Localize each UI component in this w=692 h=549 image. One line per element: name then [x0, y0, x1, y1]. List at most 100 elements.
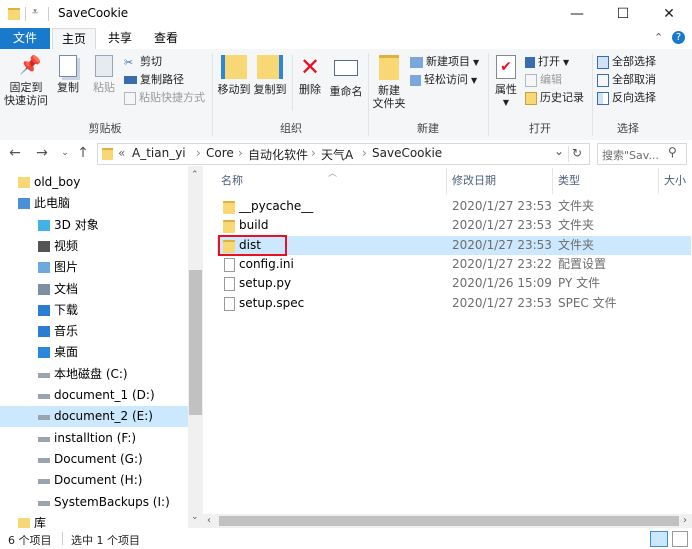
- nav-item[interactable]: installtion (F:): [0, 428, 188, 449]
- qat-dropdown-icon[interactable]: ⩡: [32, 5, 38, 19]
- column-header-name[interactable]: 名称: [221, 172, 243, 188]
- nav-item[interactable]: 本地磁盘 (C:): [0, 364, 188, 385]
- search-input[interactable]: 搜索"Sav... ⚲: [597, 143, 687, 165]
- scroll-down-arrow-icon[interactable]: ⌄: [191, 512, 199, 522]
- scroll-left-arrow-icon[interactable]: ‹: [207, 514, 211, 528]
- large-icons-view-icon[interactable]: [672, 531, 688, 547]
- nav-item[interactable]: Document (H:): [0, 470, 188, 491]
- nav-scrollbar-thumb[interactable]: [189, 270, 202, 415]
- cut-button[interactable]: ✂ 剪切: [124, 53, 162, 71]
- horizontal-scrollbar[interactable]: ‹ ›: [203, 514, 692, 528]
- file-row[interactable]: build 2020/1/27 23:53 文件夹: [217, 216, 691, 235]
- column-header-date[interactable]: 修改日期: [452, 172, 496, 188]
- up-arrow-icon[interactable]: ↑: [74, 143, 92, 163]
- nav-item[interactable]: old_boy: [0, 172, 188, 193]
- file-name: build: [239, 218, 269, 233]
- column-divider[interactable]: [658, 168, 659, 194]
- easy-access-button[interactable]: 轻松访问 ▼: [410, 71, 477, 89]
- select-none-button[interactable]: 全部取消: [597, 71, 656, 89]
- drive-icon: [38, 372, 50, 378]
- tab-share[interactable]: 共享: [99, 28, 141, 49]
- breadcrumb-overflow[interactable]: «: [118, 146, 125, 160]
- scroll-right-arrow-icon[interactable]: ›: [683, 514, 687, 528]
- nav-item[interactable]: Document (G:): [0, 449, 188, 470]
- forward-arrow-icon[interactable]: →: [33, 143, 51, 163]
- column-divider[interactable]: [552, 168, 553, 194]
- nav-item[interactable]: 此电脑: [0, 193, 188, 214]
- search-icon[interactable]: ⚲: [668, 145, 677, 159]
- new-item-button[interactable]: 新建项目 ▼: [410, 53, 479, 71]
- file-row[interactable]: dist 2020/1/27 23:53 文件夹: [217, 234, 691, 256]
- open-button[interactable]: 打开 ▼: [525, 53, 569, 71]
- invert-selection-button[interactable]: 反向选择: [597, 89, 656, 107]
- nav-item[interactable]: document_1 (D:): [0, 385, 188, 406]
- organize-group-label: 组织: [280, 122, 302, 135]
- nav-item[interactable]: 音乐: [0, 321, 188, 342]
- breadcrumb-weather-a[interactable]: 天气A: [321, 146, 353, 163]
- tab-home[interactable]: 主页: [52, 28, 97, 50]
- ribbon-collapse-icon[interactable]: ⌃: [654, 31, 663, 44]
- nav-item[interactable]: 下载: [0, 300, 188, 321]
- history-button[interactable]: 历史记录: [525, 89, 584, 107]
- column-header-type[interactable]: 类型: [558, 172, 580, 188]
- file-type: 文件夹: [558, 218, 595, 233]
- edit-button[interactable]: 编辑: [525, 71, 562, 89]
- address-dropdown-icon[interactable]: ⌄: [554, 144, 564, 158]
- details-view-icon[interactable]: [650, 531, 668, 547]
- properties-button[interactable]: ✔ 属性 ▼: [492, 55, 520, 109]
- select-all-button[interactable]: 全部选择: [597, 53, 656, 71]
- nav-scrollbar[interactable]: ⌃ ⌄: [188, 166, 203, 528]
- file-date: 2020/1/27 23:53: [452, 237, 552, 252]
- rename-button[interactable]: 重命名: [328, 55, 364, 98]
- file-list-pane: ︿ 名称 修改日期 类型 大小 __pycache__ 2020/1/27 23:…: [203, 166, 692, 528]
- nav-item-label: 文档: [54, 281, 79, 296]
- nav-item-label: SystemBackups (I:): [54, 494, 170, 509]
- column-divider[interactable]: [446, 168, 447, 194]
- group-divider: [292, 55, 293, 111]
- delete-button[interactable]: ✕ 删除: [296, 55, 324, 96]
- paste-shortcut-button[interactable]: 粘贴快捷方式: [124, 89, 205, 107]
- breadcrumb-a-tian-yi[interactable]: A_tian_yi: [132, 146, 186, 160]
- minimize-button[interactable]: —: [554, 0, 600, 28]
- file-row[interactable]: __pycache__ 2020/1/27 23:53 文件夹: [217, 197, 691, 216]
- nav-item[interactable]: 图片: [0, 257, 188, 278]
- file-row[interactable]: setup.py 2020/1/26 15:09 PY 文件: [217, 274, 691, 293]
- tab-file[interactable]: 文件: [0, 28, 50, 49]
- help-icon[interactable]: ?: [672, 31, 685, 44]
- nav-item[interactable]: 桌面: [0, 342, 188, 363]
- address-bar[interactable]: « A_tian_yi › Core › 自动化软件 › 天气A › SaveC…: [97, 143, 590, 165]
- chevron-down-icon: ▼: [471, 76, 478, 85]
- nav-item-label: 图片: [54, 260, 79, 275]
- copy-to-button[interactable]: 复制到: [252, 55, 288, 96]
- scroll-up-arrow-icon[interactable]: ⌃: [191, 170, 199, 180]
- file-row[interactable]: config.ini 2020/1/27 23:22 配置设置: [217, 255, 691, 274]
- breadcrumb-automation-software[interactable]: 自动化软件: [248, 146, 308, 163]
- maximize-button[interactable]: ☐: [600, 0, 646, 28]
- close-button[interactable]: ✕: [646, 0, 692, 28]
- copy-path-button[interactable]: 复制路径: [124, 71, 184, 89]
- refresh-icon[interactable]: ↻: [572, 146, 582, 160]
- new-group-label: 新建: [417, 122, 439, 135]
- horizontal-scrollbar-thumb[interactable]: [219, 516, 679, 526]
- back-arrow-icon[interactable]: ←: [6, 143, 24, 163]
- nav-item[interactable]: 文档: [0, 279, 188, 300]
- new-folder-button[interactable]: 新建 文件夹: [372, 55, 406, 110]
- pin-to-quick-access-button[interactable]: 📌 固定到 快速访问: [4, 55, 48, 107]
- move-to-button[interactable]: 移动到: [216, 55, 252, 96]
- copy-button[interactable]: 复制: [52, 55, 84, 94]
- nav-item[interactable]: document_2 (E:): [0, 406, 188, 428]
- new-folder-icon: [379, 55, 399, 80]
- nav-item[interactable]: 视频: [0, 236, 188, 257]
- nav-item[interactable]: 3D 对象: [0, 215, 188, 236]
- selection-count: 选中 1 个项目: [71, 534, 140, 547]
- breadcrumb-savecookie[interactable]: SaveCookie: [372, 146, 442, 160]
- breadcrumb-core[interactable]: Core: [206, 146, 234, 160]
- tab-view[interactable]: 查看: [145, 28, 187, 49]
- column-header-size[interactable]: 大小: [664, 172, 686, 188]
- recent-locations-chevron-icon[interactable]: ⌄: [56, 143, 74, 163]
- nav-item[interactable]: SystemBackups (I:): [0, 492, 188, 513]
- paste-button[interactable]: 粘贴: [88, 55, 120, 94]
- file-row[interactable]: setup.spec 2020/1/27 23:53 SPEC 文件: [217, 294, 691, 313]
- breadcrumb-separator: ›: [362, 146, 367, 160]
- nav-item-label: document_2 (E:): [54, 409, 153, 424]
